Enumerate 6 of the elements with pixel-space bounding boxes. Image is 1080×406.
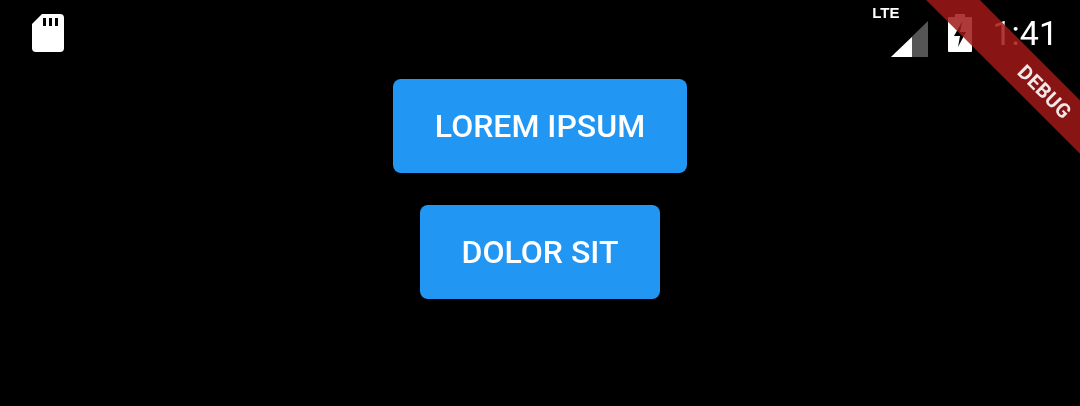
- signal-icon: [891, 21, 929, 57]
- sd-card-icon: [32, 14, 64, 52]
- clock-time: 1:41: [992, 16, 1058, 50]
- network-type-label: LTE: [872, 5, 900, 20]
- action-button[interactable]: DOLOR SIT: [419, 205, 661, 299]
- action-button[interactable]: LOREM IPSUM: [392, 79, 688, 173]
